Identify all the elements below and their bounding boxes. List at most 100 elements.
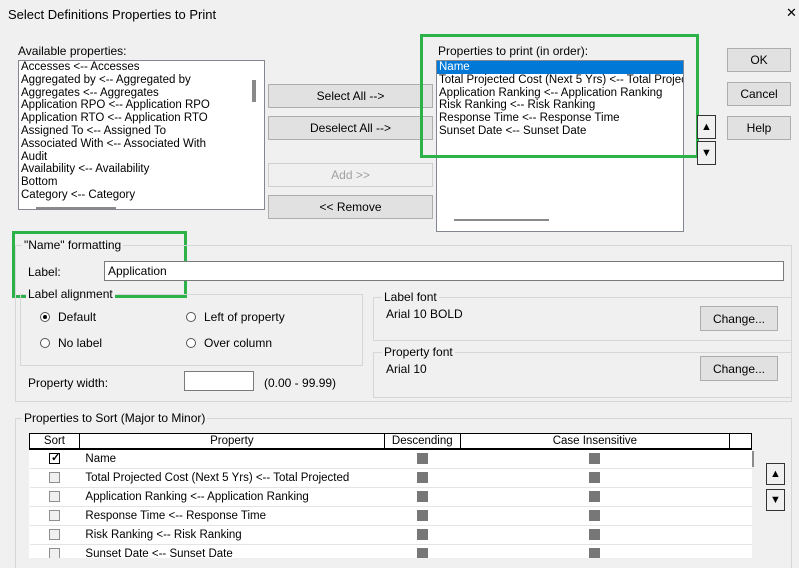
case-insensitive-cell[interactable]	[460, 487, 730, 507]
descending-cell[interactable]	[384, 449, 461, 469]
property-cell: Risk Ranking <-- Risk Ranking	[79, 525, 385, 545]
sort-row[interactable]: Risk Ranking <-- Risk Ranking	[29, 525, 752, 545]
descending-checkbox[interactable]	[416, 510, 428, 522]
case-insensitive-checkbox[interactable]	[589, 510, 601, 522]
descending-cell[interactable]	[384, 506, 461, 526]
label-font-title: Label font	[382, 290, 439, 304]
case-insensitive-header[interactable]: Case Insensitive	[459, 433, 731, 450]
available-property-item[interactable]: Availability <-- Availability	[19, 163, 264, 176]
radio-left-label: Left of property	[204, 310, 285, 324]
sort-cell[interactable]	[29, 487, 80, 507]
sort-row[interactable]: Total Projected Cost (Next 5 Yrs) <-- To…	[29, 468, 752, 488]
available-property-item[interactable]: Accesses <-- Accesses	[19, 61, 264, 74]
radio-default-indicator	[40, 312, 50, 322]
descending-cell[interactable]	[384, 525, 461, 545]
sort-checkbox[interactable]	[48, 510, 60, 522]
case-insensitive-cell[interactable]	[460, 468, 730, 488]
radio-over-column[interactable]: Over column	[186, 336, 272, 350]
select-all-button[interactable]: Select All -->	[268, 84, 433, 108]
radio-no-label-label: No label	[58, 336, 103, 350]
available-property-item[interactable]: Category <-- Category	[19, 189, 264, 202]
ok-button[interactable]: OK	[727, 48, 791, 72]
blank-cell	[729, 468, 752, 488]
available-property-item[interactable]: Application RTO <-- Application RTO	[19, 112, 264, 125]
sort-table-vscroll[interactable]	[752, 451, 754, 467]
cancel-button[interactable]: Cancel	[727, 82, 791, 106]
descending-cell[interactable]	[384, 487, 461, 507]
sort-row[interactable]: Application Ranking <-- Application Rank…	[29, 487, 752, 507]
case-insensitive-checkbox[interactable]	[589, 472, 601, 484]
case-insensitive-cell[interactable]	[460, 544, 730, 558]
sort-row[interactable]: Name	[29, 449, 752, 469]
radio-no-label[interactable]: No label	[40, 336, 102, 350]
available-property-item[interactable]: Associated With <-- Associated With	[19, 138, 264, 151]
available-property-item[interactable]: Aggregated by <-- Aggregated by	[19, 74, 264, 87]
sort-checkbox[interactable]	[48, 529, 60, 541]
sort-cell[interactable]	[29, 544, 80, 558]
dialog-title: Select Definitions Properties to Print	[8, 7, 217, 22]
property-width-input[interactable]	[184, 371, 254, 391]
sort-header[interactable]: Sort	[29, 433, 80, 450]
sort-checkbox[interactable]	[48, 491, 60, 503]
change-property-font-button[interactable]: Change...	[700, 356, 778, 381]
blank-cell	[729, 487, 752, 507]
descending-cell[interactable]	[384, 544, 461, 558]
add-button[interactable]: Add >>	[268, 163, 433, 187]
descending-checkbox[interactable]	[416, 491, 428, 503]
descending-checkbox[interactable]	[416, 472, 428, 484]
blank-cell	[729, 544, 752, 558]
sort-row[interactable]: Response Time <-- Response Time	[29, 506, 752, 526]
available-property-item[interactable]: Bottom	[19, 176, 264, 189]
sort-row[interactable]: Sunset Date <-- Sunset Date	[29, 544, 752, 558]
sort-table-header: Sort Property Descending Case Insensitiv…	[29, 433, 752, 450]
available-property-item[interactable]: Assigned To <-- Assigned To	[19, 125, 264, 138]
descending-header[interactable]: Descending	[383, 433, 461, 450]
label-input[interactable]	[104, 261, 784, 281]
property-cell: Sunset Date <-- Sunset Date	[79, 544, 385, 558]
case-insensitive-checkbox[interactable]	[589, 548, 601, 558]
sort-cell[interactable]	[29, 506, 80, 526]
sort-checkbox[interactable]	[48, 548, 60, 558]
available-property-item[interactable]: Application RPO <-- Application RPO	[19, 99, 264, 112]
arrow-up-icon: ▲	[701, 121, 712, 133]
sort-cell[interactable]	[29, 525, 80, 545]
close-icon[interactable]: ✕	[786, 5, 797, 21]
sort-cell[interactable]	[29, 468, 80, 488]
radio-default-label: Default	[58, 310, 97, 324]
move-up-button[interactable]: ▲	[697, 115, 716, 139]
move-down-button[interactable]: ▼	[697, 141, 716, 165]
print-list-hscroll[interactable]	[454, 219, 549, 221]
radio-default[interactable]: Default	[40, 310, 96, 324]
descending-cell[interactable]	[384, 468, 461, 488]
available-list-hscroll[interactable]	[36, 207, 116, 209]
sort-move-down-button[interactable]: ▼	[766, 489, 785, 511]
available-list-vscroll[interactable]	[252, 80, 256, 102]
sort-checkbox[interactable]	[48, 472, 60, 484]
descending-checkbox[interactable]	[416, 453, 428, 465]
available-properties-list[interactable]: Accesses <-- Accesses Aggregated by <-- A…	[18, 60, 265, 210]
radio-over-column-indicator	[186, 338, 196, 348]
available-property-item[interactable]: Aggregates <-- Aggregates	[19, 87, 264, 100]
label-alignment-group	[20, 294, 363, 366]
case-insensitive-cell[interactable]	[460, 506, 730, 526]
case-insensitive-checkbox[interactable]	[589, 453, 601, 465]
arrow-down-icon: ▼	[701, 147, 712, 159]
descending-checkbox[interactable]	[416, 548, 428, 558]
case-insensitive-cell[interactable]	[460, 525, 730, 545]
case-insensitive-checkbox[interactable]	[589, 491, 601, 503]
help-button[interactable]: Help	[727, 116, 791, 140]
case-insensitive-checkbox[interactable]	[589, 529, 601, 541]
radio-left-of-property[interactable]: Left of property	[186, 310, 285, 324]
sort-checkbox[interactable]	[48, 451, 60, 465]
descending-checkbox[interactable]	[416, 529, 428, 541]
remove-button[interactable]: << Remove	[268, 195, 433, 219]
label-alignment-title: Label alignment	[26, 287, 115, 301]
sort-table: Sort Property Descending Case Insensitiv…	[29, 433, 752, 558]
change-label-font-button[interactable]: Change...	[700, 306, 778, 331]
case-insensitive-cell[interactable]	[460, 449, 730, 469]
property-header[interactable]: Property	[78, 433, 385, 450]
sort-cell[interactable]	[29, 449, 80, 469]
available-property-item[interactable]: Audit	[19, 151, 264, 164]
sort-move-up-button[interactable]: ▲	[766, 463, 785, 485]
deselect-all-button[interactable]: Deselect All -->	[268, 116, 433, 140]
